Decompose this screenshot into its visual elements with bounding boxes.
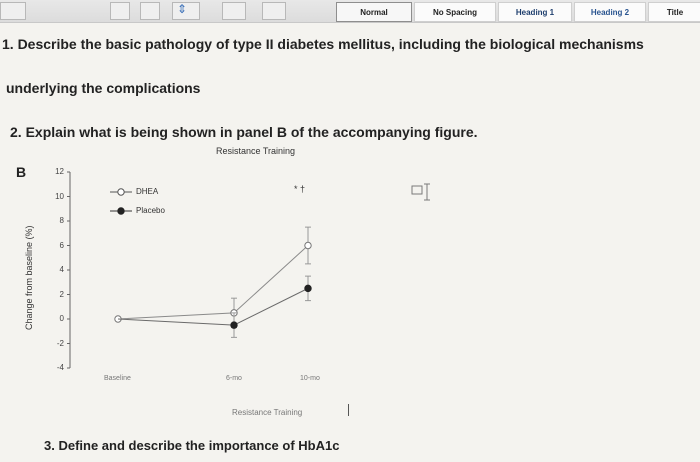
series-line-placebo xyxy=(117,287,309,326)
data-point-dhea xyxy=(304,241,312,250)
chart-plot xyxy=(67,171,430,369)
series-line-dhea xyxy=(117,245,309,320)
legend-marker-placebo xyxy=(117,207,125,215)
legend-marker-dhea xyxy=(117,188,125,196)
chart-axes xyxy=(67,171,71,369)
chart-legend xyxy=(110,188,132,215)
image-icon xyxy=(411,183,430,201)
data-point-placebo xyxy=(304,284,312,293)
chart-series xyxy=(114,226,312,338)
data-point-placebo xyxy=(230,321,238,329)
